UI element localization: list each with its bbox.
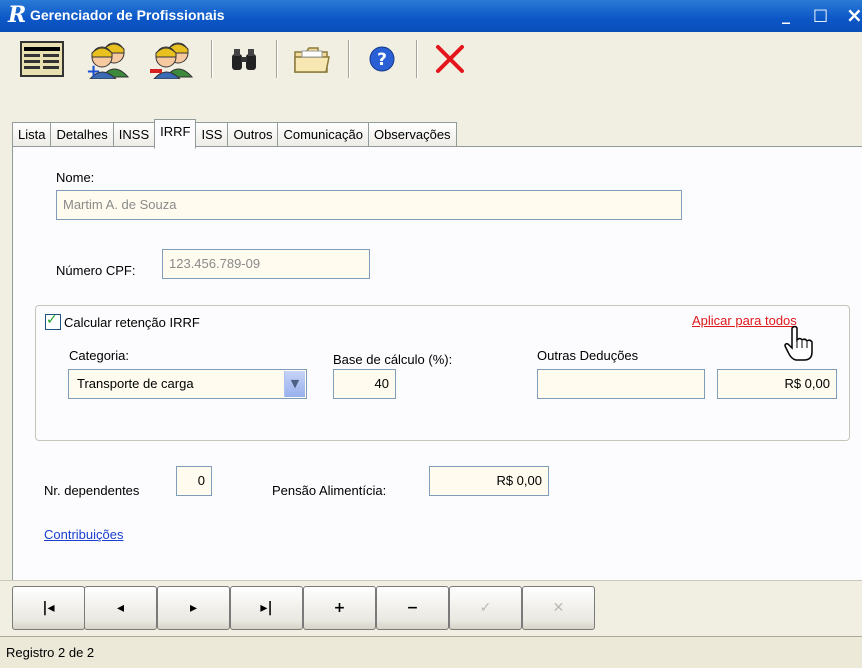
next-record-icon: ▸ — [189, 600, 198, 616]
app-window: R Gerenciador de Profissionais _ □ × + ?… — [0, 0, 862, 668]
maximize-button[interactable]: □ — [813, 5, 828, 24]
hand-cursor-icon — [784, 325, 813, 361]
tab-iss[interactable]: ISS — [195, 122, 229, 147]
checkmark-icon: ✓ — [46, 312, 58, 328]
minus-icon: − — [406, 600, 419, 616]
tab-lista[interactable]: Lista — [12, 122, 52, 147]
close-window-button[interactable]: × — [846, 3, 862, 27]
close-button[interactable] — [428, 38, 472, 80]
remove-users-icon — [150, 42, 194, 79]
cancel-icon: ✕ — [552, 600, 565, 616]
toolbar-separator — [211, 40, 213, 78]
binoculars-icon — [232, 49, 256, 70]
toolbar-separator — [276, 40, 278, 78]
categoria-value: Transporte de carga — [77, 376, 194, 391]
contribuicoes-link[interactable]: Contribuições — [44, 527, 124, 542]
last-record-icon: ▸| — [260, 600, 273, 616]
search-button[interactable] — [222, 38, 266, 80]
prior-record-icon: ◂ — [116, 600, 125, 616]
open-folder-button[interactable] — [288, 38, 336, 80]
nome-field[interactable]: Martim A. de Souza — [56, 190, 682, 220]
pensao-field[interactable]: R$ 0,00 — [429, 466, 549, 496]
cpf-label: Número CPF: — [56, 263, 136, 278]
irrf-checkbox-label[interactable]: Calcular retenção IRRF — [64, 315, 200, 330]
delete-record-button[interactable]: − — [376, 586, 449, 630]
status-text: Registro 2 de 2 — [6, 645, 95, 660]
app-logo-icon: R — [8, 2, 27, 28]
next-record-button[interactable]: ▸ — [157, 586, 230, 630]
tab-comunicacao[interactable]: Comunicação — [277, 122, 369, 147]
status-bar: Registro 2 de 2 — [0, 636, 862, 668]
add-users-icon: + — [86, 42, 130, 79]
tab-observacoes[interactable]: Observações — [367, 122, 457, 147]
tab-detalhes[interactable]: Detalhes — [50, 122, 114, 147]
chevron-down-icon[interactable]: ▼ — [284, 371, 305, 397]
toolbar-separator — [416, 40, 418, 78]
post-record-button[interactable]: ✓ — [449, 586, 522, 630]
categoria-label: Categoria: — [69, 348, 129, 363]
last-record-button[interactable]: ▸| — [230, 586, 303, 630]
check-icon: ✓ — [479, 600, 492, 616]
add-professional-button[interactable]: + — [82, 38, 136, 80]
prior-record-button[interactable]: ◂ — [84, 586, 157, 630]
window-title: Gerenciador de Profissionais — [30, 7, 225, 23]
base-calculo-label: Base de cálculo (%): — [333, 352, 453, 367]
irrf-checkbox[interactable]: ✓ — [45, 312, 61, 330]
nome-label: Nome: — [56, 170, 95, 185]
dependentes-label: Nr. dependentes — [44, 483, 140, 498]
tab-irrf[interactable]: IRRF — [154, 119, 197, 149]
outras-deducoes-value-field[interactable]: R$ 0,00 — [717, 369, 837, 399]
first-record-icon: |◂ — [42, 600, 55, 616]
help-button[interactable]: ? — [360, 38, 404, 80]
folder-icon — [294, 47, 330, 73]
categoria-select[interactable]: Transporte de carga ▼ — [68, 369, 307, 399]
tab-outros[interactable]: Outros — [227, 122, 279, 147]
cpf-field[interactable]: 123.456.789-09 — [162, 249, 370, 279]
svg-text:?: ? — [377, 50, 387, 70]
cancel-edit-button[interactable]: ✕ — [522, 586, 595, 630]
pensao-label: Pensão Alimentícia: — [272, 483, 387, 498]
help-icon: ? — [369, 46, 395, 72]
title-bar[interactable]: R Gerenciador de Profissionais _ □ × — [0, 0, 862, 32]
insert-record-button[interactable]: + — [303, 586, 376, 630]
list-view-button[interactable] — [16, 38, 68, 80]
tab-strip: Lista Detalhes INSS IRRF ISS Outros Comu… — [12, 119, 457, 149]
remove-professional-button[interactable] — [146, 38, 200, 80]
svg-text:+: + — [86, 61, 101, 79]
plus-icon: + — [333, 600, 346, 616]
dependentes-field[interactable]: 0 — [176, 466, 212, 496]
base-calculo-field[interactable]: 40 — [333, 369, 396, 399]
first-record-button[interactable]: |◂ — [12, 586, 85, 630]
outras-deducoes-desc-field[interactable] — [537, 369, 705, 399]
tab-inss[interactable]: INSS — [112, 122, 156, 147]
outras-deducoes-label: Outras Deduções — [537, 348, 639, 363]
list-view-icon — [20, 41, 64, 77]
toolbar-separator — [348, 40, 350, 78]
close-x-icon — [436, 45, 464, 73]
minimize-button[interactable]: _ — [782, 5, 790, 24]
